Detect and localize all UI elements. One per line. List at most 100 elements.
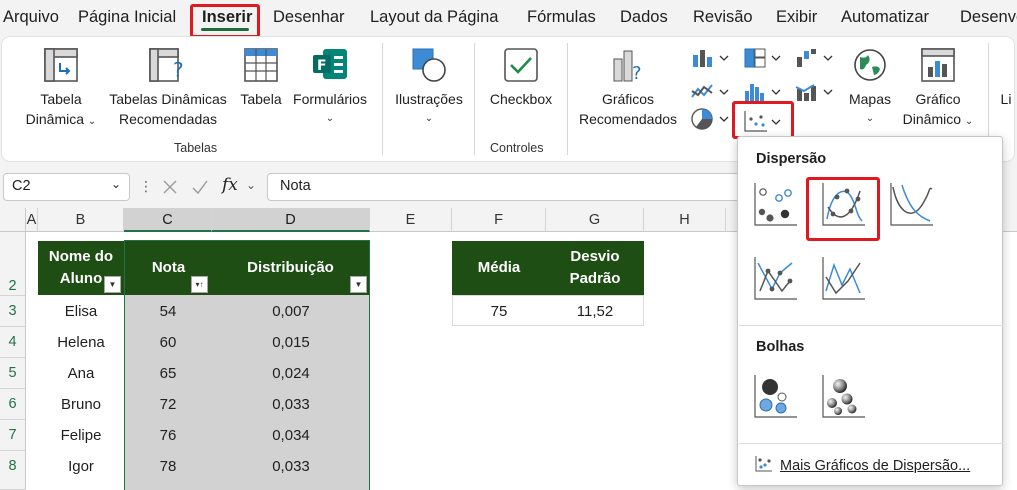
tabela-button[interactable]: Tabela	[236, 45, 286, 109]
select-all-corner[interactable]	[0, 208, 26, 232]
cell-distribuicao[interactable]: 0,033	[212, 389, 370, 420]
cell-name[interactable]: Helena	[38, 327, 124, 358]
row-header-8[interactable]: 8	[0, 451, 26, 490]
scatter-straight-lines-markers-option[interactable]	[752, 255, 802, 305]
cell-nota[interactable]: 60	[124, 327, 212, 358]
column-chart-button[interactable]	[690, 47, 732, 69]
tab-desenvolvedor[interactable]: Desenvo	[960, 8, 1017, 27]
bubble-option[interactable]	[752, 373, 802, 423]
grafico-dinamico-button[interactable]: Gráfico Dinâmico ⌄	[894, 45, 982, 132]
tab-arquivo[interactable]: Arquivo	[3, 8, 59, 27]
cell-nota[interactable]: 54	[124, 296, 212, 327]
pivot-chart-icon	[921, 48, 955, 82]
dropdown-separator	[739, 443, 1003, 444]
mapas-button[interactable]: Mapas ⌄	[840, 45, 900, 129]
tab-desenhar[interactable]: Desenhar	[273, 8, 345, 27]
tab-exibir[interactable]: Exibir	[776, 8, 817, 27]
hierarchy-chart-icon	[744, 48, 781, 68]
formula-input[interactable]: Nota	[267, 173, 747, 201]
column-header-a[interactable]: A	[26, 208, 38, 232]
row-header-6[interactable]: 6	[0, 389, 26, 420]
tabelas-recomendadas-button[interactable]: ? Tabelas Dinâmicas Recomendadas	[104, 45, 232, 129]
row-header-5[interactable]: 5	[0, 358, 26, 389]
row-header-4[interactable]: 4	[0, 327, 26, 358]
checkbox-button[interactable]: Checkbox	[482, 45, 560, 109]
dropdown-separator	[739, 325, 1003, 326]
cell-distribuicao[interactable]: 0,024	[212, 358, 370, 389]
tab-dados[interactable]: Dados	[620, 8, 668, 27]
cell-name[interactable]: Ana	[38, 358, 124, 389]
table-header-distribuicao[interactable]: Distribuição	[212, 241, 369, 295]
column-header-h[interactable]: H	[644, 208, 726, 232]
filter-dropdown-icon[interactable]: ▼	[350, 276, 367, 293]
column-header-f[interactable]: F	[452, 208, 546, 232]
bubble-3d-option[interactable]	[820, 373, 870, 423]
column-header-g[interactable]: G	[546, 208, 644, 232]
graficos-recomendados-button[interactable]: ? Gráficos Recomendados	[574, 45, 682, 129]
cell-nota[interactable]: 72	[124, 389, 212, 420]
filter-dropdown-icon[interactable]: ▼	[104, 276, 121, 293]
row-header-2[interactable]: 2	[0, 232, 26, 296]
row-header-3[interactable]: 3	[0, 296, 26, 327]
tab-pagina-inicial[interactable]: Página Inicial	[78, 8, 176, 27]
more-scatter-charts-link[interactable]: Mais Gráficos de Dispersão...	[754, 455, 970, 474]
scatter-straight-lines-icon	[822, 257, 865, 300]
cell-distribuicao[interactable]: 0,033	[212, 451, 370, 482]
name-box[interactable]: C2 ⌄	[3, 173, 130, 201]
stats-header-desvio[interactable]: Desvio Padrão	[546, 241, 644, 295]
tab-revisao[interactable]: Revisão	[693, 8, 753, 27]
tab-automatizar[interactable]: Automatizar	[841, 8, 929, 27]
cell-name[interactable]: Igor	[38, 451, 124, 482]
stats-value-desvio[interactable]: 11,52	[546, 296, 644, 327]
cell-distribuicao[interactable]: 0,007	[212, 296, 370, 327]
chevron-down-icon: ⌄	[964, 116, 974, 127]
column-header-d[interactable]: D	[212, 208, 370, 232]
tab-layout-pagina[interactable]: Layout da Página	[370, 8, 498, 27]
group-label-controles: Controles	[490, 141, 544, 155]
section-title-bolhas: Bolhas	[756, 339, 805, 355]
chevron-down-icon[interactable]: ⌄	[246, 178, 256, 192]
shapes-icon	[412, 48, 446, 82]
cell-name[interactable]: Felipe	[38, 420, 124, 451]
more-options-icon: ⋮	[139, 178, 153, 194]
formularios-button[interactable]: F Formulários ⌄	[288, 45, 372, 129]
ilustracoes-button[interactable]: Ilustrações ⌄	[388, 45, 470, 129]
statistic-chart-button[interactable]	[742, 81, 784, 103]
cell-nota[interactable]: 78	[124, 451, 212, 482]
scatter-smooth-lines-option[interactable]	[888, 181, 938, 231]
cell-nota[interactable]: 76	[124, 420, 212, 451]
combo-chart-button[interactable]	[794, 81, 836, 103]
enter-icon[interactable]	[190, 177, 210, 197]
cell-nota[interactable]: 65	[124, 358, 212, 389]
tabela-dinamica-button[interactable]: Tabela Dinâmica ⌄	[16, 45, 106, 132]
table-icon	[244, 48, 278, 82]
scatter-straight-lines-option[interactable]	[820, 255, 870, 305]
cell-name[interactable]: Elisa	[38, 296, 124, 327]
row-header-7[interactable]: 7	[0, 420, 26, 451]
waterfall-chart-button[interactable]	[794, 47, 836, 69]
menu-tabs: Arquivo Página Inicial Inserir Desenhar …	[0, 0, 1017, 38]
ribbon-separator	[382, 43, 383, 155]
stats-header-media[interactable]: Média	[452, 241, 546, 295]
column-header-b[interactable]: B	[38, 208, 124, 232]
tab-formulas[interactable]: Fórmulas	[527, 8, 596, 27]
scatter-straight-lines-markers-icon	[754, 257, 797, 300]
chevron-down-icon: ⌄	[865, 113, 875, 124]
hierarchy-chart-button[interactable]	[742, 47, 784, 69]
cancel-icon[interactable]	[160, 177, 180, 197]
svg-text:F: F	[317, 58, 327, 74]
line-chart-button[interactable]	[690, 81, 732, 103]
cell-distribuicao[interactable]: 0,015	[212, 327, 370, 358]
insert-function-button[interactable]: fx	[222, 175, 238, 195]
recommended-pivot-icon: ?	[149, 48, 184, 82]
stats-value-media[interactable]: 75	[452, 296, 546, 327]
cell-distribuicao[interactable]: 0,034	[212, 420, 370, 451]
chevron-down-icon: ⌄	[110, 177, 121, 191]
cell-name[interactable]: Bruno	[38, 389, 124, 420]
scatter-markers-option[interactable]	[752, 181, 802, 231]
pie-chart-button[interactable]	[690, 107, 732, 131]
column-header-c[interactable]: C	[124, 208, 212, 232]
sort-filter-icon[interactable]: ▾↑	[191, 276, 208, 293]
column-header-e[interactable]: E	[370, 208, 452, 232]
linhas-button[interactable]: Li	[998, 89, 1014, 109]
